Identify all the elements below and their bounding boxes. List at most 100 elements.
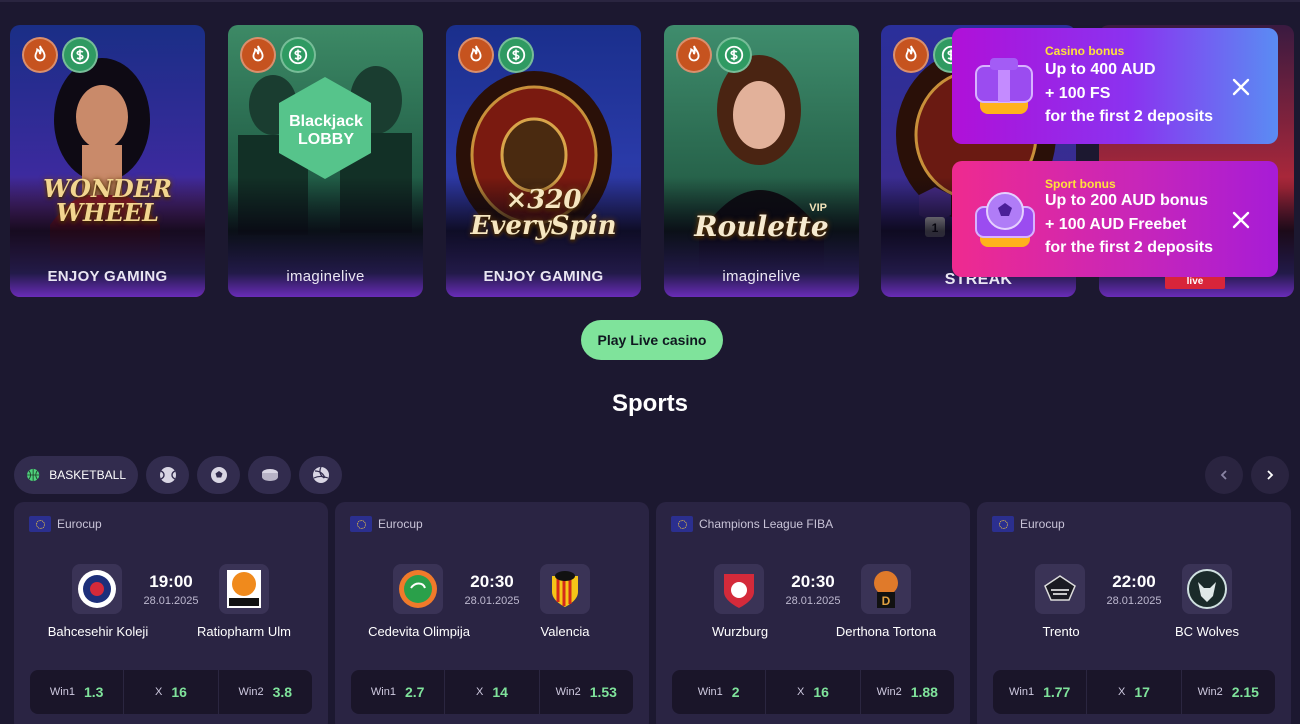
bonus-kicker: Sport bonus — [1045, 177, 1116, 191]
chevron-left-icon — [1220, 470, 1227, 480]
top-divider — [0, 0, 1300, 2]
match-time: 19:00 — [149, 572, 193, 591]
odds-win1-button[interactable]: Win1 2 — [672, 670, 765, 714]
hockey-puck-icon — [261, 469, 278, 481]
dollar-icon — [498, 37, 534, 73]
league-row: Eurocup — [350, 516, 423, 532]
match-date: 28.01.2025 — [464, 595, 520, 607]
match-date: 28.01.2025 — [143, 595, 199, 607]
game-title: WONDER WHEEL — [43, 174, 172, 227]
league-name: Eurocup — [1020, 517, 1065, 531]
odds-win2-button[interactable]: Win2 3.8 — [217, 670, 312, 714]
dollar-icon — [716, 37, 752, 73]
odds-win2-button[interactable]: Win2 1.53 — [538, 670, 633, 714]
league-name: Champions League FIBA — [699, 517, 834, 531]
card-badges — [22, 37, 98, 73]
card-badges — [458, 37, 534, 73]
bonus-line-3: for the first 2 deposits — [1045, 108, 1214, 125]
card-badges — [676, 37, 752, 73]
odds-win1-button[interactable]: Win1 1.77 — [993, 670, 1086, 714]
match-time: 20:30 — [470, 572, 514, 591]
game-card-wonder-wheel[interactable]: WONDER WHEEL ENJOY GAMING — [10, 25, 205, 297]
card-badges — [240, 37, 316, 73]
casino-bonus-popup[interactable]: Casino bonus Up to 400 AUD + 100 FS for … — [952, 28, 1278, 144]
away-team-name: BC Wolves — [1174, 624, 1240, 639]
eu-flag-icon — [671, 516, 693, 532]
bonus-line-3: for the first 2 deposits — [1045, 239, 1214, 256]
odds-draw-button[interactable]: X 14 — [444, 670, 538, 714]
match-date: 28.01.2025 — [1106, 595, 1162, 607]
filter-football[interactable] — [197, 456, 240, 494]
league-row: Eurocup — [992, 516, 1065, 532]
dollar-icon — [62, 37, 98, 73]
chevron-right-icon — [1267, 470, 1274, 480]
filter-basketball[interactable]: BASKETBALL — [14, 456, 138, 494]
game-card-vip-roulette[interactable]: VIP Roulette imaginelive — [664, 25, 859, 297]
match-card[interactable]: Eurocup 19:00 28.01.2025 Bahcesehir Kole… — [14, 502, 328, 724]
filter-label: BASKETBALL — [49, 468, 126, 482]
match-card[interactable]: Champions League FIBA D 20:30 28.01.2025… — [656, 502, 970, 724]
league-name: Eurocup — [378, 517, 423, 531]
bonus-line-2: + 100 AUD Freebet — [1045, 216, 1187, 233]
match-card[interactable]: Eurocup 22:00 28.01.2025 Trento BC Wolve… — [977, 502, 1291, 724]
sports-section-title: Sports — [611, 390, 688, 417]
carousel-prev-button[interactable] — [1205, 456, 1243, 494]
bonus-line-1: Up to 200 AUD bonus — [1045, 192, 1208, 209]
odds-win2-button[interactable]: Win2 2.15 — [1180, 670, 1275, 714]
game-title: ×320 EverySpin — [470, 185, 617, 241]
filter-hockey[interactable] — [248, 456, 291, 494]
odds-bar: Win1 2 X 16 Win2 1.88 — [672, 670, 954, 714]
close-icon[interactable] — [1230, 76, 1252, 98]
soccer-gift-icon — [975, 192, 1035, 247]
fire-icon — [893, 37, 929, 73]
bonus-line-2: + 100 FS — [1045, 85, 1111, 102]
bonus-kicker: Casino bonus — [1045, 44, 1125, 58]
eu-flag-icon — [992, 516, 1014, 532]
odds-bar: Win1 1.77 X 17 Win2 2.15 — [993, 670, 1275, 714]
home-team-name: Cedevita Olimpija — [368, 624, 470, 639]
basketball-icon — [27, 468, 40, 482]
filter-volleyball[interactable] — [299, 456, 342, 494]
home-team-name: Bahcesehir Koleji — [47, 624, 149, 639]
odds-win1-button[interactable]: Win1 2.7 — [351, 670, 444, 714]
odds-draw-button[interactable]: X 16 — [123, 670, 217, 714]
home-team-name: Wurzburg — [711, 624, 769, 639]
live-tag: live — [1165, 275, 1225, 289]
close-icon[interactable] — [1230, 209, 1252, 231]
football-icon — [210, 467, 227, 483]
odds-win2-button[interactable]: Win2 1.88 — [859, 670, 954, 714]
odds-draw-button[interactable]: X 17 — [1086, 670, 1180, 714]
provider-name: imaginelive — [722, 268, 801, 285]
away-team-name: Derthona Tortona — [835, 624, 937, 639]
odds-win1-button[interactable]: Win1 1.3 — [30, 670, 123, 714]
sport-bonus-popup[interactable]: Sport bonus Up to 200 AUD bonus + 100 AU… — [952, 161, 1278, 277]
fire-icon — [22, 37, 58, 73]
carousel-next-button[interactable] — [1251, 456, 1289, 494]
odds-bar: Win1 2.7 X 14 Win2 1.53 — [351, 670, 633, 714]
fire-icon — [240, 37, 276, 73]
match-time: 22:00 — [1112, 572, 1156, 591]
league-row: Eurocup — [29, 516, 102, 532]
odds-draw-button[interactable]: X 16 — [765, 670, 859, 714]
dollar-icon — [280, 37, 316, 73]
away-team-name: Ratiopharm Ulm — [197, 624, 291, 639]
gift-box-icon — [975, 58, 1033, 114]
league-row: Champions League FIBA — [671, 516, 833, 532]
eu-flag-icon — [29, 516, 51, 532]
eu-flag-icon — [350, 516, 372, 532]
volleyball-icon — [312, 466, 329, 483]
game-title: Roulette — [694, 210, 829, 243]
fire-icon — [458, 37, 494, 73]
away-team-name: Valencia — [540, 624, 590, 639]
play-live-casino-button[interactable]: Play Live casino — [581, 320, 723, 360]
match-card[interactable]: Eurocup 20:30 28.01.2025 Cedevita Olimpi… — [335, 502, 649, 724]
filter-tennis[interactable] — [146, 456, 189, 494]
bonus-line-1: Up to 400 AUD — [1045, 61, 1156, 78]
game-card-everyspin[interactable]: ×320 EverySpin ENJOY GAMING — [446, 25, 641, 297]
odds-bar: Win1 1.3 X 16 Win2 3.8 — [30, 670, 312, 714]
league-name: Eurocup — [57, 517, 102, 531]
home-team-name: Trento — [1042, 624, 1080, 639]
match-time: 20:30 — [791, 572, 835, 591]
fire-icon — [676, 37, 712, 73]
game-card-blackjack-lobby[interactable]: Blackjack LOBBY imaginelive — [228, 25, 423, 297]
